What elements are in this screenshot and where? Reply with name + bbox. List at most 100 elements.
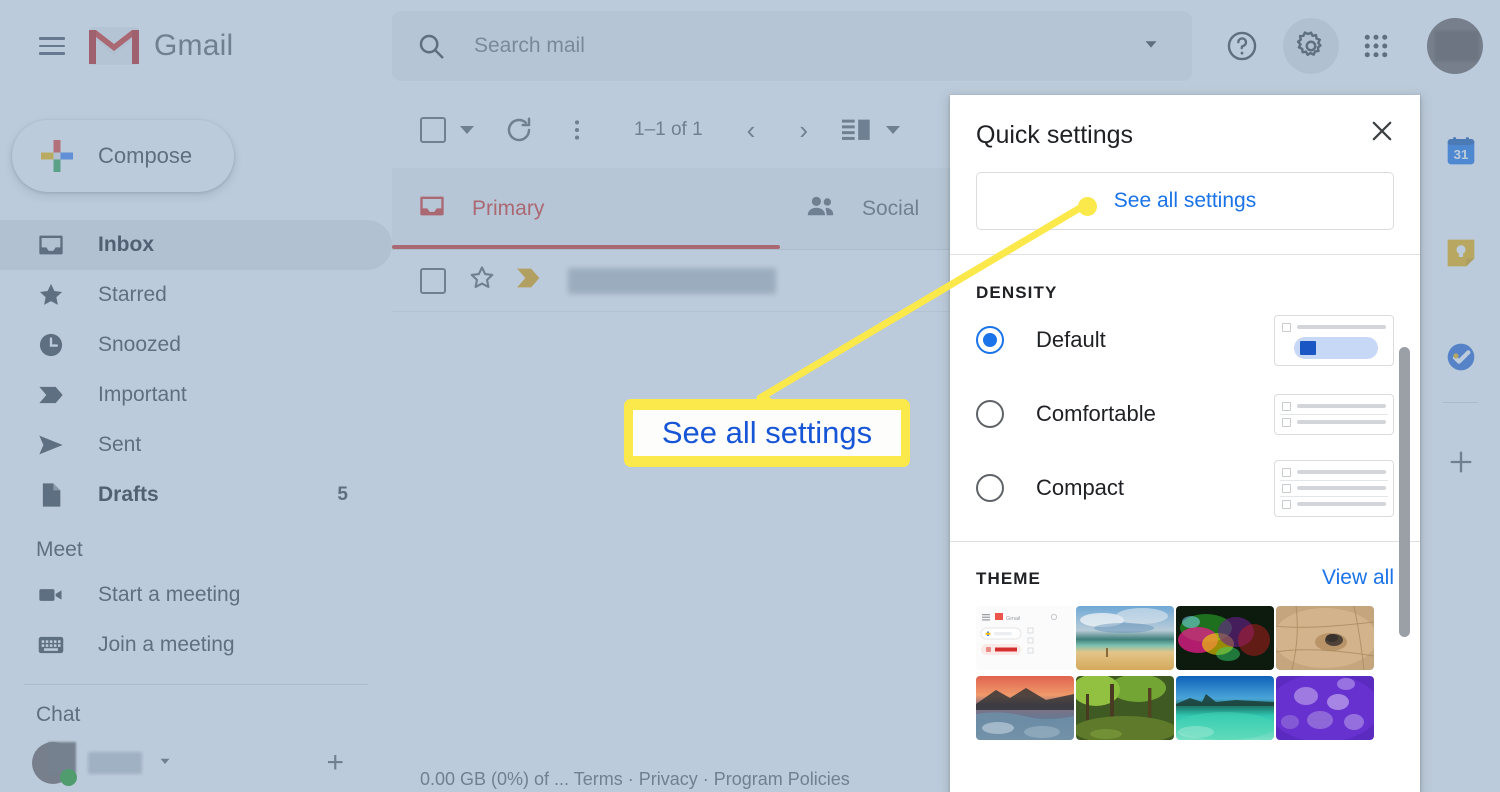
theme-thumb-turquoise-lake[interactable]: [1176, 676, 1274, 740]
draft-icon: [36, 480, 66, 510]
see-all-settings-button[interactable]: See all settings: [976, 172, 1394, 230]
theme-thumb-neon-lights[interactable]: [1176, 606, 1274, 670]
search-bar[interactable]: [392, 11, 1192, 81]
sidebar-item-label: Sent: [98, 433, 142, 456]
tab-primary[interactable]: Primary: [392, 168, 780, 249]
sidebar-item-starred[interactable]: Starred: [0, 270, 392, 320]
theme-thumb-default-light[interactable]: Gmail: [976, 606, 1074, 670]
theme-thumb-green-forest[interactable]: [1076, 676, 1174, 740]
gmail-logo-icon: [88, 26, 140, 66]
density-option-label: Compact: [1036, 475, 1125, 500]
density-option-comfortable[interactable]: Comfortable: [976, 377, 1394, 451]
radio-icon[interactable]: [976, 400, 1004, 428]
tab-social[interactable]: Social: [780, 168, 945, 249]
theme-section-header: THEME View all: [976, 566, 1394, 590]
density-section-label: DENSITY: [976, 283, 1058, 302]
theme-thumbnail-grid: Gmail: [976, 606, 1394, 740]
sidebar-item-join-meeting[interactable]: Join a meeting: [0, 620, 392, 670]
screenshot-root: Gmail Search mail Compose Inbox Starred …: [0, 0, 1500, 792]
theme-thumb-purple-jellyfish[interactable]: [1276, 676, 1374, 740]
sidebar-item-snoozed[interactable]: Snoozed: [0, 320, 392, 370]
compose-label: Compose: [98, 143, 193, 168]
theme-section-label: THEME: [976, 569, 1041, 588]
star-icon: [36, 280, 66, 310]
hamburger-icon[interactable]: [28, 22, 76, 70]
avatar-blurred-photo: [1435, 31, 1479, 61]
sidebar-item-label: Inbox: [98, 233, 154, 256]
quick-settings-header: Quick settings: [950, 95, 1420, 150]
left-sidebar: Compose Inbox Starred Snoozed Important …: [0, 92, 392, 792]
compose-button[interactable]: Compose: [12, 120, 234, 192]
see-all-settings-label: See all settings: [1113, 189, 1257, 212]
chevron-down-icon[interactable]: [1140, 33, 1162, 60]
people-icon: [806, 192, 836, 225]
theme-view-all-button[interactable]: View all: [1322, 566, 1394, 590]
density-preview-comfortable: [1274, 393, 1394, 435]
radio-icon[interactable]: [976, 326, 1004, 354]
plus-icon[interactable]: +: [326, 748, 344, 778]
panel-divider: [950, 541, 1420, 542]
sidebar-item-inbox[interactable]: Inbox: [0, 220, 392, 270]
sidebar-item-count: 5: [337, 484, 348, 505]
next-page-button[interactable]: ›: [799, 115, 808, 146]
density-option-default[interactable]: Default: [976, 303, 1394, 377]
chevron-down-icon[interactable]: [460, 126, 474, 134]
sidebar-item-start-meeting[interactable]: Start a meeting: [0, 570, 392, 620]
search-input[interactable]: [474, 34, 1034, 58]
clock-icon: [36, 330, 66, 360]
density-option-label: Comfortable: [1036, 401, 1156, 426]
add-addon-icon[interactable]: [1421, 425, 1500, 499]
theme-thumb-sunset-river[interactable]: [976, 676, 1074, 740]
sidebar-section-chat: Chat: [36, 703, 81, 726]
density-option-label: Default: [1036, 327, 1106, 352]
gear-icon[interactable]: [1283, 18, 1339, 74]
panel-scrollbar[interactable]: [1399, 347, 1410, 637]
mail-sender-name: [568, 267, 776, 294]
theme-thumb-beach[interactable]: [1076, 606, 1174, 670]
search-icon: [416, 31, 446, 61]
right-side-rail: 31: [1420, 92, 1500, 792]
select-all-control[interactable]: [420, 117, 474, 143]
refresh-button[interactable]: [504, 115, 534, 145]
plus-icon: [38, 137, 76, 175]
google-calendar-icon[interactable]: 31: [1421, 114, 1500, 188]
chat-user-row[interactable]: +: [0, 735, 392, 791]
sidebar-item-drafts[interactable]: Drafts 5: [0, 470, 392, 520]
chat-user-name: [88, 752, 142, 774]
sidebar-item-important[interactable]: Important: [0, 370, 392, 420]
keyboard-icon: [36, 630, 66, 660]
sidebar-section-meet: Meet: [36, 538, 83, 561]
brand-text: Gmail: [154, 29, 234, 62]
important-marker-icon[interactable]: [516, 267, 544, 294]
svg-text:Gmail: Gmail: [1006, 616, 1020, 622]
quick-settings-title: Quick settings: [976, 121, 1134, 149]
radio-icon[interactable]: [976, 474, 1004, 502]
sidebar-item-label: Important: [98, 383, 187, 406]
checkbox-icon[interactable]: [420, 267, 446, 294]
more-options-button[interactable]: [564, 117, 590, 143]
tab-label: Social: [862, 196, 920, 220]
app-header: Gmail: [0, 0, 1500, 92]
help-circle-icon[interactable]: [1214, 18, 1270, 74]
send-icon: [36, 430, 66, 460]
sidebar-item-label: Starred: [98, 283, 167, 306]
previous-page-button[interactable]: ‹: [747, 115, 756, 146]
density-option-compact[interactable]: Compact: [976, 451, 1394, 525]
google-keep-icon[interactable]: [1421, 216, 1500, 290]
density-preview-compact: [1274, 459, 1394, 517]
quick-settings-panel: Quick settings See all settings DENSITY …: [950, 95, 1420, 792]
close-icon[interactable]: [1368, 117, 1396, 150]
inbox-tab-icon: [418, 192, 446, 225]
split-pane-toggle[interactable]: [842, 117, 901, 143]
account-avatar[interactable]: [1427, 18, 1483, 74]
checkbox-icon[interactable]: [420, 117, 446, 143]
star-outline-icon[interactable]: [468, 264, 496, 297]
apps-grid-icon[interactable]: [1348, 18, 1404, 74]
sidebar-item-sent[interactable]: Sent: [0, 420, 392, 470]
chevron-down-icon[interactable]: [886, 126, 901, 134]
sidebar-nav: Inbox Starred Snoozed Important Sent Dra…: [0, 220, 392, 520]
important-icon: [36, 380, 66, 410]
chevron-down-icon[interactable]: [156, 752, 174, 775]
google-tasks-icon[interactable]: [1421, 320, 1500, 394]
theme-thumb-desert-stone[interactable]: [1276, 606, 1374, 670]
